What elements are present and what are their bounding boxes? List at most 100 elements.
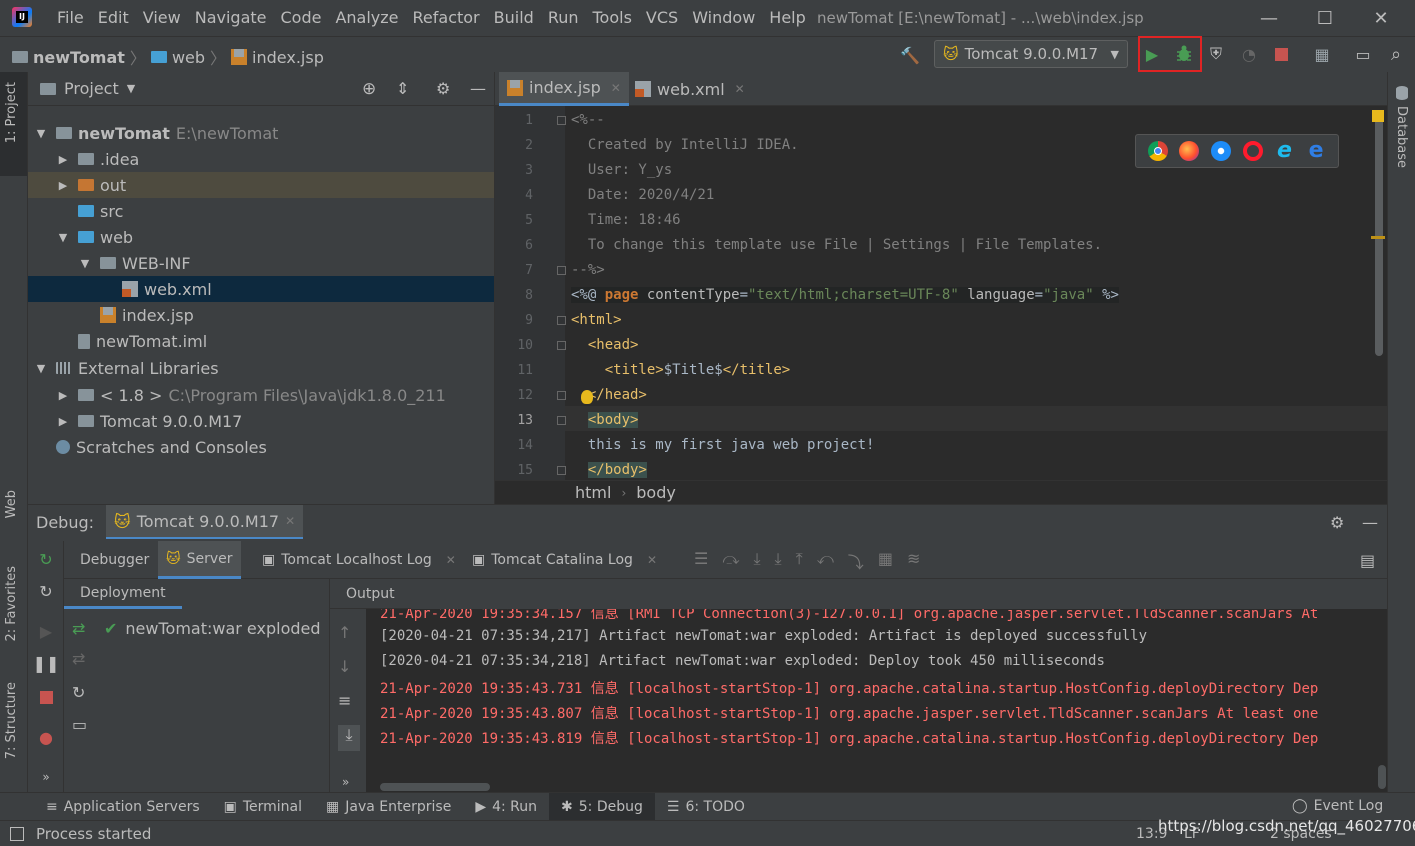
build-hammer-icon[interactable]: 🔨 (898, 43, 922, 67)
chevron-right-icon[interactable]: ▶ (56, 415, 70, 428)
menu-vcs[interactable]: VCS (639, 0, 685, 36)
close-icon[interactable]: ✕ (735, 82, 745, 96)
hide-panel-icon[interactable]: — (1362, 513, 1378, 532)
menu-analyze[interactable]: Analyze (328, 0, 405, 36)
breadcrumb-project[interactable]: newTomat (33, 48, 125, 67)
editor-scrollbar[interactable] (1375, 112, 1383, 356)
tree-item[interactable]: web.xml (28, 276, 494, 302)
console-h-scrollbar[interactable] (380, 783, 490, 791)
step-out-icon[interactable]: ⤒ (796, 549, 803, 573)
tree-item[interactable]: newTomat.iml (28, 328, 494, 354)
scroll-down-icon[interactable]: ↓ (338, 657, 360, 691)
debug-config-tab[interactable]: 🐱 Tomcat 9.0.0.M17 ✕ (106, 505, 304, 539)
tree-item[interactable]: ▼ web (28, 224, 494, 250)
menu-file[interactable]: File (50, 0, 91, 36)
fold-marker-icon[interactable] (557, 116, 566, 125)
right-tab-database[interactable]: Database (1394, 106, 1409, 168)
more-icon[interactable]: » (36, 767, 56, 787)
chevron-down-icon[interactable]: ▼ (127, 82, 135, 95)
tool-window-5-debug[interactable]: ✱ 5: Debug (549, 792, 655, 821)
hide-panel-icon[interactable]: — (470, 79, 486, 98)
fold-marker-icon[interactable] (557, 316, 566, 325)
presentation-icon[interactable]: ▭ (1351, 42, 1375, 66)
opera-icon[interactable] (1242, 141, 1263, 161)
left-tab-project[interactable]: 1: Project (4, 82, 19, 143)
firefox-icon[interactable] (1179, 141, 1200, 161)
update-icon[interactable]: ↻ (36, 581, 56, 601)
tab-debugger[interactable]: Debugger (72, 541, 157, 579)
chevron-down-icon[interactable]: ▼ (78, 257, 92, 270)
event-log-button[interactable]: ◯ Event Log (1292, 798, 1383, 814)
tree-item[interactable]: src (28, 198, 494, 224)
edge-icon[interactable]: e (1306, 140, 1326, 162)
deployment-item[interactable]: ✔ newTomat:war exploded (104, 619, 321, 638)
fold-marker-icon[interactable] (557, 391, 566, 400)
locate-icon[interactable]: ⊕ (362, 79, 376, 99)
resume-icon[interactable]: ▶ (36, 621, 56, 641)
fold-marker-icon[interactable] (557, 341, 566, 350)
drop-frame-icon[interactable]: ⤺ (817, 549, 834, 573)
step-over-icon[interactable]: ⤓ (753, 549, 760, 573)
chevron-right-icon[interactable]: ▶ (56, 179, 70, 192)
search-icon[interactable]: ⌕ (1384, 42, 1408, 66)
tree-item[interactable]: ▼ newTomat E:\newTomat (28, 120, 494, 146)
trace-icon[interactable]: ≋ (907, 549, 920, 573)
tree-item[interactable]: ▼ External Libraries (28, 355, 494, 381)
menu-view[interactable]: View (136, 0, 188, 36)
tab-server[interactable]: 🐱 Server (158, 541, 241, 579)
tab-web-xml[interactable]: web.xml ✕ (627, 72, 753, 106)
breadcrumb-html[interactable]: html (575, 483, 611, 502)
step-into-icon[interactable]: ⤓ (775, 549, 782, 573)
tree-item[interactable]: ▶ .idea (28, 146, 494, 172)
tool-window-6-todo[interactable]: ☰ 6: TODO (655, 793, 757, 821)
gear-icon[interactable]: ⚙ (436, 79, 450, 98)
breadcrumb-body[interactable]: body (636, 483, 676, 502)
threads-icon[interactable]: ☰ (694, 549, 708, 573)
tree-item[interactable]: Scratches and Consoles (28, 434, 494, 460)
chevron-down-icon[interactable]: ▼ (34, 362, 48, 375)
maximize-button[interactable]: ☐ (1302, 0, 1348, 36)
chevron-down-icon[interactable]: ▼ (34, 127, 48, 140)
run-to-cursor-icon[interactable]: ⤵ (848, 549, 864, 573)
project-structure-icon[interactable]: ▦ (1310, 42, 1334, 66)
layout-icon[interactable]: ▤ (1360, 551, 1375, 570)
scroll-to-end-icon[interactable]: ⤓ (338, 725, 360, 751)
menu-run[interactable]: Run (541, 0, 586, 36)
tree-item[interactable]: index.jsp (28, 302, 494, 328)
breadcrumb-web[interactable]: web (172, 48, 205, 67)
internet-explorer-icon[interactable]: e (1274, 140, 1294, 162)
tab-localhost-log[interactable]: ▣ Tomcat Localhost Log ✕ (254, 541, 464, 579)
left-tab-structure[interactable]: 7: Structure (4, 682, 19, 759)
tree-item[interactable]: ▼ WEB-INF (28, 250, 494, 276)
chevron-right-icon[interactable]: ▶ (56, 153, 70, 166)
console-output[interactable]: 21-Apr-2020 19:35:34.157 信息 [RMI TCP Con… (366, 609, 1387, 793)
menu-window[interactable]: Window (685, 0, 762, 36)
scroll-up-icon[interactable]: ↑ (338, 623, 360, 657)
menu-refactor[interactable]: Refactor (406, 0, 487, 36)
menu-tools[interactable]: Tools (586, 0, 639, 36)
status-icon[interactable] (10, 826, 24, 841)
show-execution-point-icon[interactable]: ⤼ (722, 549, 739, 573)
menu-build[interactable]: Build (487, 0, 541, 36)
lightbulb-icon[interactable] (581, 390, 593, 404)
coverage-icon[interactable]: ⛨ (1204, 42, 1228, 66)
tree-item[interactable]: ▶ < 1.8 > C:\Program Files\Java\jdk1.8.0_2… (28, 382, 494, 408)
tool-window-terminal[interactable]: ▣ Terminal (212, 793, 314, 821)
close-icon[interactable]: ✕ (446, 553, 456, 567)
close-icon[interactable]: ✕ (285, 514, 295, 528)
stop-icon[interactable] (36, 687, 56, 707)
console-v-scrollbar[interactable] (1378, 765, 1386, 789)
chevron-right-icon[interactable]: ▶ (56, 389, 70, 402)
profile-icon[interactable]: ◔ (1237, 42, 1261, 66)
fold-marker-icon[interactable] (557, 466, 566, 475)
tab-index-jsp[interactable]: index.jsp ✕ (499, 72, 629, 106)
collapse-all-icon[interactable]: ⇕ (396, 79, 409, 98)
fold-marker-icon[interactable] (557, 416, 566, 425)
breadcrumb-file[interactable]: index.jsp (252, 48, 324, 67)
tree-item[interactable]: ▶ out (28, 172, 494, 198)
rerun-icon[interactable]: ↻ (36, 549, 56, 569)
project-panel-title[interactable]: Project (64, 79, 119, 98)
open-browser-icon[interactable]: ▭ (72, 715, 94, 745)
gear-icon[interactable]: ⚙ (1330, 513, 1344, 532)
safari-icon[interactable] (1211, 141, 1232, 161)
